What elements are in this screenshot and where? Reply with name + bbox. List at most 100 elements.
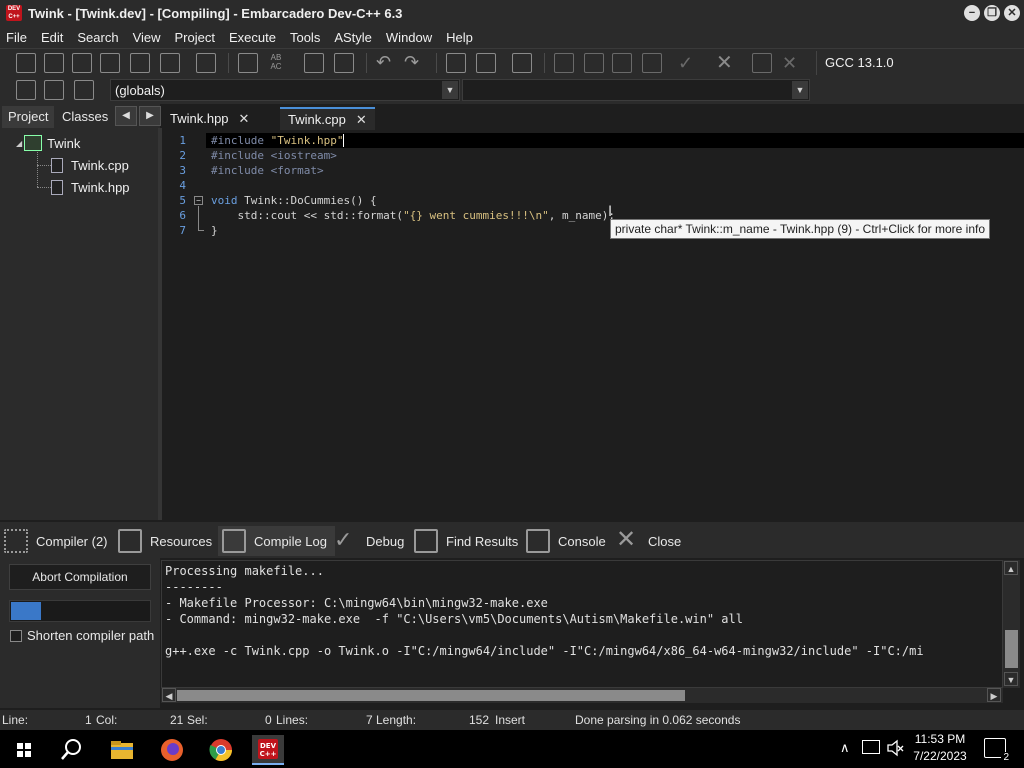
network-icon[interactable] <box>862 740 880 754</box>
tab-project[interactable]: Project <box>2 106 55 128</box>
shorten-path-checkbox[interactable] <box>10 630 22 642</box>
close-window-button[interactable]: ✕ <box>1004 5 1020 21</box>
insert-icon[interactable] <box>16 80 36 100</box>
tab-close[interactable]: ✕ Close <box>612 526 689 556</box>
code-token: "Twink.hpp" <box>270 134 344 147</box>
notification-icon[interactable]: 2 <box>984 738 1011 763</box>
save-all-icon[interactable] <box>100 53 120 73</box>
menu-execute[interactable]: Execute <box>229 30 276 45</box>
abort-compilation-button[interactable]: Abort Compilation <box>9 564 151 590</box>
project-options-icon[interactable] <box>512 53 532 73</box>
expand-arrow-icon[interactable]: ◢ <box>16 139 22 148</box>
tree-node-file[interactable]: Twink.hpp <box>51 177 130 197</box>
print-icon[interactable] <box>196 53 216 73</box>
file-explorer-icon[interactable] <box>106 735 138 765</box>
scroll-right-icon[interactable]: ▶ <box>987 688 1001 702</box>
menu-view[interactable]: View <box>133 30 161 45</box>
compile-log-output[interactable]: Processing makefile... -------- - Makefi… <box>161 560 1003 688</box>
chevron-down-icon[interactable]: ▼ <box>792 81 808 99</box>
log-line: g++.exe -c Twink.cpp -o Twink.o -I"C:/mi… <box>165 644 924 658</box>
chrome-icon[interactable] <box>205 735 237 765</box>
compile-run-icon[interactable] <box>612 53 632 73</box>
replace-icon[interactable]: AB AC <box>266 53 286 73</box>
tab-compile-log[interactable]: Compile Log <box>218 526 335 556</box>
class-combo[interactable]: (globals) ▼ <box>110 79 460 101</box>
goto-line-icon[interactable] <box>304 53 324 73</box>
open-folder-icon[interactable] <box>44 53 64 73</box>
tab-compiler[interactable]: Compiler (2) <box>0 526 116 556</box>
tray-chevron-icon[interactable]: ∧ <box>840 740 850 756</box>
find-icon[interactable] <box>238 53 258 73</box>
run-icon[interactable] <box>584 53 604 73</box>
windows-start-icon[interactable] <box>8 735 40 765</box>
restore-button[interactable]: ❐ <box>984 5 1000 21</box>
toggle-bookmark-icon[interactable] <box>44 80 64 100</box>
code-token: #include <box>211 134 271 147</box>
scroll-thumb[interactable] <box>177 690 685 701</box>
compile-icon[interactable] <box>554 53 574 73</box>
tab-label: Twink.hpp <box>170 111 229 126</box>
undo-icon[interactable]: ↶ <box>376 53 396 73</box>
clock-date[interactable]: 7/22/2023 <box>900 749 980 763</box>
log-line: -------- <box>165 580 223 594</box>
tab-find-results[interactable]: Find Results <box>410 526 526 556</box>
menu-edit[interactable]: Edit <box>41 30 63 45</box>
tab-next-arrow-icon[interactable]: ▶ <box>139 106 161 126</box>
chevron-down-icon[interactable]: ▼ <box>442 81 458 99</box>
tab-debug[interactable]: ✓ Debug <box>330 526 412 556</box>
tab-resources[interactable]: Resources <box>114 526 220 556</box>
clock-time[interactable]: 11:53 PM <box>900 732 980 746</box>
tree-node-project[interactable]: ◢ Twink <box>16 133 80 153</box>
goto-bookmark-icon[interactable] <box>74 80 94 100</box>
open-project-icon[interactable] <box>476 53 496 73</box>
new-project-icon[interactable] <box>446 53 466 73</box>
tab-console[interactable]: Console <box>522 526 614 556</box>
tab-prev-arrow-icon[interactable]: ◀ <box>115 106 137 126</box>
close-icon[interactable]: ✕ <box>356 112 367 128</box>
rebuild-icon[interactable] <box>642 53 662 73</box>
close-file-icon[interactable] <box>130 53 150 73</box>
delete-profile-icon[interactable]: ✕ <box>782 53 802 73</box>
close-all-icon[interactable] <box>160 53 180 73</box>
redo-icon[interactable]: ↷ <box>404 53 424 73</box>
toolbar-separator <box>436 53 437 73</box>
tab-twink-cpp[interactable]: Twink.cpp ✕ <box>280 107 375 130</box>
tree-node-file[interactable]: Twink.cpp <box>51 155 129 175</box>
tab-twink-hpp[interactable]: Twink.hpp ✕ <box>162 107 257 130</box>
devcpp-taskbar-icon[interactable]: DEV C++ <box>252 735 284 765</box>
log-horizontal-scrollbar[interactable]: ◀ ▶ <box>161 688 1003 703</box>
compiler-select[interactable]: GCC 13.1.0 <box>816 51 1024 75</box>
check-icon[interactable]: ✓ <box>678 53 698 73</box>
save-icon[interactable] <box>72 53 92 73</box>
menu-astyle[interactable]: AStyle <box>334 30 372 45</box>
stop-execution-icon[interactable]: ✕ <box>716 53 736 73</box>
profile-icon[interactable] <box>752 53 772 73</box>
scroll-left-icon[interactable]: ◀ <box>162 688 176 702</box>
scroll-down-icon[interactable]: ▼ <box>1004 672 1018 686</box>
status-length-label: Length: <box>376 713 417 727</box>
bookmark-icon[interactable] <box>334 53 354 73</box>
menu-help[interactable]: Help <box>446 30 473 45</box>
find-icon <box>414 529 438 553</box>
code-editor[interactable]: 1 2 3 4 5 6 7 − #include "Twink.hpp" #in… <box>162 130 1024 520</box>
menu-project[interactable]: Project <box>175 30 215 45</box>
tab-classes[interactable]: Classes <box>56 106 114 128</box>
shorten-path-label: Shorten compiler path <box>27 628 155 643</box>
scroll-thumb[interactable] <box>1005 630 1018 668</box>
menu-tools[interactable]: Tools <box>290 30 320 45</box>
close-icon[interactable]: ✕ <box>239 111 250 127</box>
minimize-button[interactable]: − <box>964 5 980 21</box>
menu-window[interactable]: Window <box>386 30 432 45</box>
hover-tooltip: private char* Twink::m_name - Twink.hpp … <box>610 219 991 239</box>
new-file-icon[interactable] <box>16 53 36 73</box>
log-vertical-scrollbar[interactable]: ▲ ▼ <box>1003 560 1020 688</box>
search-icon[interactable] <box>56 735 88 765</box>
menu-search[interactable]: Search <box>77 30 118 45</box>
member-combo[interactable]: ▼ <box>462 79 810 101</box>
firefox-icon[interactable] <box>156 735 188 765</box>
scroll-up-icon[interactable]: ▲ <box>1004 561 1018 575</box>
code-line-3: #include <format> <box>211 164 324 177</box>
menu-file[interactable]: File <box>6 30 27 45</box>
fold-toggle-icon[interactable]: − <box>194 196 203 205</box>
tab-label: Compile Log <box>254 533 327 549</box>
